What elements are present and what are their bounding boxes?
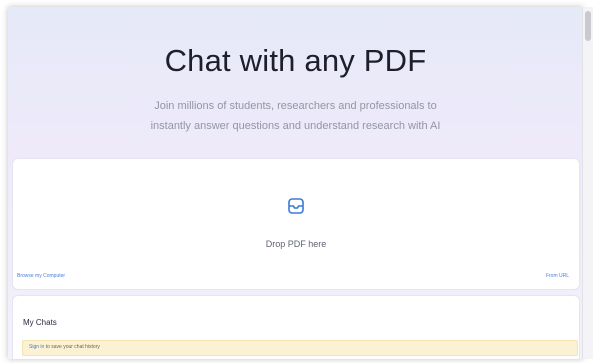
from-url-link[interactable]: From URL <box>546 273 569 279</box>
my-chats-panel: My Chats Sign in to save your chat histo… <box>12 295 580 359</box>
signin-suffix: to save your chat history <box>44 344 100 350</box>
scrollbar-thumb[interactable] <box>585 11 591 41</box>
app-window: Chat with any PDF Join millions of stude… <box>8 7 583 359</box>
signin-link[interactable]: Sign in <box>29 344 44 350</box>
inbox-icon <box>288 198 304 214</box>
page-title: Chat with any PDF <box>164 43 427 78</box>
page-subtitle: Join millions of students, researchers a… <box>128 96 463 136</box>
signin-message: Sign in to save your chat history <box>29 344 100 350</box>
my-chats-title: My Chats <box>23 318 57 327</box>
drop-pdf-label: Drop PDF here <box>265 239 327 249</box>
vertical-scrollbar[interactable] <box>582 7 593 359</box>
subtitle-line-2: instantly answer questions and understan… <box>150 120 441 132</box>
browse-computer-link[interactable]: Browse my Computer <box>17 273 65 279</box>
subtitle-line-1: Join millions of students, researchers a… <box>154 100 437 112</box>
pdf-drop-zone[interactable]: Drop PDF here Browse my Computer From UR… <box>12 158 580 290</box>
signin-banner: Sign in to save your chat history <box>22 340 578 356</box>
